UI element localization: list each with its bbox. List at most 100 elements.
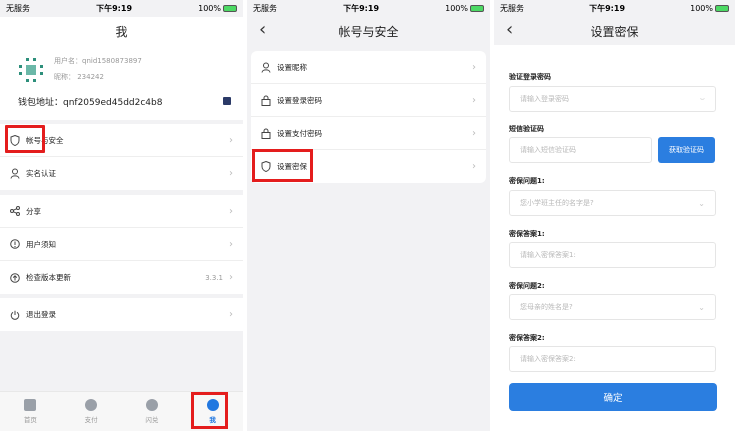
sms-code-input[interactable]: 请输入短信验证码 bbox=[509, 137, 652, 163]
info-icon bbox=[9, 238, 21, 250]
lock-icon bbox=[260, 94, 272, 106]
copy-icon[interactable] bbox=[223, 97, 231, 105]
select-value: 您母亲的姓名是? bbox=[520, 303, 573, 311]
status-bar: 无服务 下午9:19 100% bbox=[247, 0, 490, 17]
status-time: 下午9:19 bbox=[589, 4, 626, 13]
menu-item-logout[interactable]: 退出登录 › bbox=[0, 298, 243, 331]
login-password-label: 验证登录密码 bbox=[509, 73, 551, 81]
tab-label: 闪兑 bbox=[145, 416, 159, 424]
menu-item-label: 检查版本更新 bbox=[26, 273, 71, 282]
select-value: 您小学班主任的名字是? bbox=[520, 199, 594, 207]
chevron-right-icon: › bbox=[472, 127, 476, 139]
input-placeholder: 请输入密保答案2: bbox=[520, 355, 576, 363]
tab-label: 首页 bbox=[23, 416, 37, 424]
menu-item-label: 实名认证 bbox=[26, 169, 56, 178]
wallet-address: 钱包地址：qnf2059ed45dd2c4b8 bbox=[18, 98, 163, 108]
battery-label: 100% bbox=[445, 4, 468, 13]
menu-group-2: 分享 › 用户须知 › 检查版本更新 3.3.1 › bbox=[0, 195, 243, 294]
highlight-box bbox=[5, 125, 45, 153]
question1-label: 密保问题1: bbox=[509, 177, 545, 185]
menu-item-label: 分享 bbox=[26, 206, 41, 216]
menu-item-label: 设置支付密码 bbox=[277, 128, 322, 138]
avatar-icon bbox=[19, 58, 43, 82]
menu-item-set-pay-password[interactable]: 设置支付密码 › bbox=[251, 117, 486, 150]
tab-label: 支付 bbox=[84, 416, 98, 424]
chevron-right-icon: › bbox=[472, 161, 476, 172]
username: 用户名：qnid1580873897 bbox=[54, 57, 142, 65]
update-icon bbox=[9, 272, 21, 284]
share-icon bbox=[9, 205, 21, 217]
status-time: 下午9:19 bbox=[343, 4, 380, 13]
menu-group-3: 退出登录 › bbox=[0, 298, 243, 331]
answer1-label: 密保答案1: bbox=[509, 230, 545, 238]
chevron-right-icon: › bbox=[229, 168, 233, 179]
input-placeholder: 请输入短信验证码 bbox=[520, 146, 576, 154]
account-security-screen: 无服务 下午9:19 100% ‹ 帐号与安全 设置昵称 › 设置登录密码 › … bbox=[247, 0, 490, 431]
question2-select[interactable]: 您母亲的姓名是? ⌄ bbox=[509, 294, 716, 320]
eye-closed-icon[interactable]: ⌣ bbox=[700, 94, 705, 104]
carrier-label: 无服务 bbox=[6, 4, 30, 13]
answer1-input[interactable]: 请输入密保答案1: bbox=[509, 242, 716, 268]
back-icon[interactable]: ‹ bbox=[259, 19, 266, 40]
battery-icon bbox=[470, 5, 484, 12]
chevron-right-icon: › bbox=[229, 309, 233, 320]
answer2-label: 密保答案2: bbox=[509, 334, 545, 342]
menu-item-check-update[interactable]: 检查版本更新 3.3.1 › bbox=[0, 261, 243, 294]
confirm-button[interactable]: 确定 bbox=[509, 383, 717, 411]
answer2-input[interactable]: 请输入密保答案2: bbox=[509, 346, 716, 372]
menu-item-share[interactable]: 分享 › bbox=[0, 195, 243, 228]
question1-select[interactable]: 您小学班主任的名字是? ⌄ bbox=[509, 190, 716, 216]
battery-label: 100% bbox=[690, 4, 713, 13]
battery-icon bbox=[715, 5, 729, 12]
menu-item-label: 用户须知 bbox=[26, 239, 56, 249]
battery-icon bbox=[223, 5, 237, 12]
chevron-down-icon: ⌄ bbox=[698, 302, 705, 312]
chevron-right-icon: › bbox=[229, 205, 233, 217]
input-placeholder: 请输入登录密码 bbox=[520, 95, 569, 103]
input-placeholder: 请输入密保答案1: bbox=[520, 251, 576, 259]
carrier-label: 无服务 bbox=[253, 4, 277, 13]
menu-item-real-name[interactable]: 实名认证 › bbox=[0, 157, 243, 190]
highlight-box bbox=[252, 149, 313, 182]
security-question-screen: 无服务 下午9:19 100% ‹ 设置密保 验证登录密码 请输入登录密码 ⌣ … bbox=[494, 0, 735, 431]
chevron-right-icon: › bbox=[229, 238, 233, 250]
chevron-right-icon: › bbox=[472, 94, 476, 106]
menu-item-set-login-password[interactable]: 设置登录密码 › bbox=[251, 84, 486, 117]
tab-pay[interactable]: 支付 bbox=[71, 399, 111, 424]
get-code-button[interactable]: 获取验证码 bbox=[658, 137, 715, 163]
profile-info: 用户名：qnid1580873897 昵称： 234242 钱包地址：qnf20… bbox=[0, 45, 243, 120]
highlight-box bbox=[191, 392, 228, 429]
nickname: 昵称： 234242 bbox=[54, 73, 104, 81]
chevron-right-icon: › bbox=[229, 272, 233, 283]
status-bar: 无服务 下午9:19 100% bbox=[0, 0, 243, 17]
battery-indicator: 100% bbox=[445, 4, 484, 13]
menu-item-user-notice[interactable]: 用户须知 › bbox=[0, 228, 243, 261]
home-icon bbox=[24, 399, 37, 411]
page-title: 帐号与安全 bbox=[338, 24, 399, 39]
menu-item-set-nickname[interactable]: 设置昵称 › bbox=[251, 51, 486, 84]
menu-item-label: 退出登录 bbox=[26, 310, 56, 319]
sms-code-label: 短信验证码 bbox=[509, 125, 544, 133]
status-bar: 无服务 下午9:19 100% bbox=[494, 0, 735, 17]
tab-home[interactable]: 首页 bbox=[10, 399, 50, 424]
user-icon bbox=[260, 61, 272, 73]
lock-icon bbox=[260, 127, 272, 139]
pay-icon bbox=[85, 399, 98, 411]
back-icon[interactable]: ‹ bbox=[506, 19, 513, 40]
battery-label: 100% bbox=[198, 4, 221, 13]
security-form: 验证登录密码 请输入登录密码 ⌣ 短信验证码 请输入短信验证码 获取验证码 密保… bbox=[494, 45, 735, 431]
profile-screen: 无服务 下午9:19 100% 我 用户名：qnid1580873897 昵称： bbox=[0, 0, 243, 431]
login-password-input[interactable]: 请输入登录密码 ⌣ bbox=[509, 86, 716, 112]
power-icon bbox=[9, 309, 21, 321]
menu-item-label: 设置昵称 bbox=[277, 62, 307, 72]
menu-item-label: 设置登录密码 bbox=[277, 95, 322, 105]
chevron-down-icon: ⌄ bbox=[698, 198, 705, 208]
tab-exchange[interactable]: 闪兑 bbox=[132, 399, 172, 424]
battery-indicator: 100% bbox=[690, 4, 729, 13]
navbar: ‹ 设置密保 bbox=[494, 17, 735, 45]
status-time: 下午9:19 bbox=[96, 4, 133, 13]
navbar: 我 bbox=[0, 17, 243, 45]
chevron-right-icon: › bbox=[472, 61, 476, 73]
user-icon bbox=[9, 168, 21, 180]
version-label: 3.3.1 bbox=[205, 273, 223, 282]
